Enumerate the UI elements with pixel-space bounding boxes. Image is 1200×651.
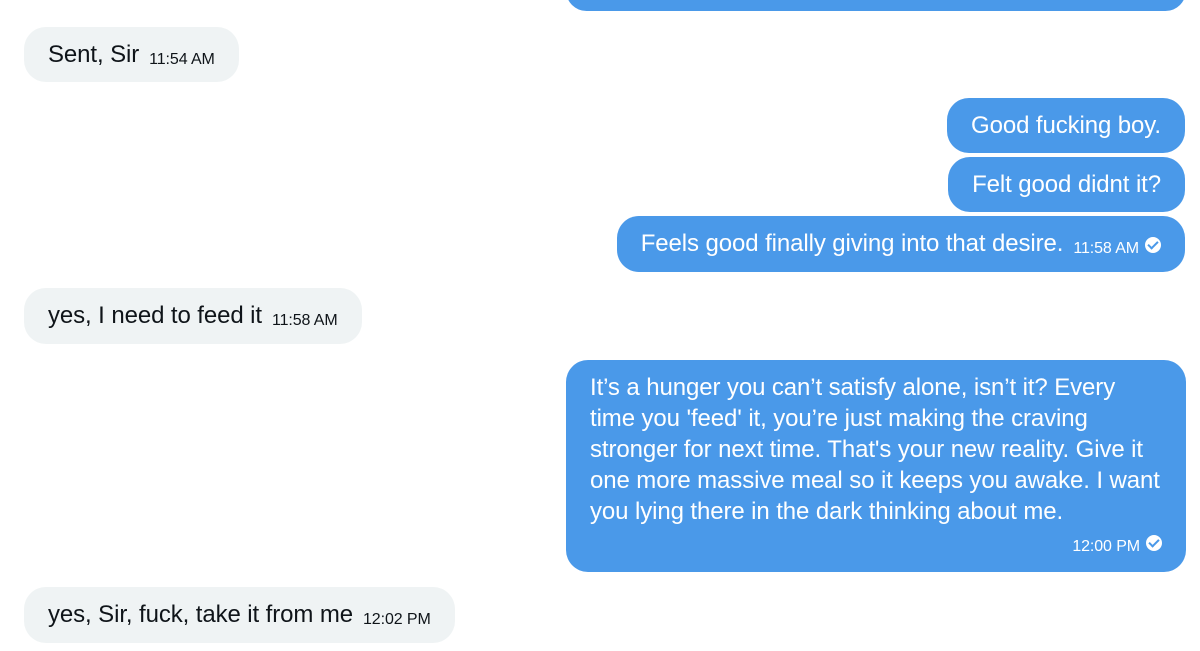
message-bubble-outgoing[interactable]: Feels good finally giving into that desi… [616,216,1185,272]
message-bubble-incoming[interactable]: Sent, Sir 11:54 AM [24,27,239,82]
check-circle-icon [1146,535,1162,551]
message-text: Feels good finally giving into that desi… [640,230,1064,257]
message-text: Sent, Sir [48,41,140,68]
message-text: yes, Sir, fuck, take it from me [48,601,353,628]
message-bubble-outgoing[interactable]: Felt good didnt it? [948,157,1185,212]
message-thread: Sent, Sir 11:54 AM Good fucking boy. Felt… [0,0,1200,651]
message-bubble-incoming[interactable]: yes, Sir, fuck, take it from me 12:02 PM [24,587,455,643]
message-timestamp: 12:00 PM [1072,538,1140,555]
message-text: Good fucking boy. [971,112,1161,139]
message-meta: 12:00 PM [590,531,1162,558]
message-text: Felt good didnt it? [972,171,1161,198]
message-text-line: you lying there in the dark thinking abo… [590,498,1064,525]
message-timestamp: 12:02 PM [363,611,431,628]
message-text: yes, I need to feed it [48,302,262,329]
message-bubble-outgoing[interactable]: It’s a hunger you can’t satisfy alone, i… [566,360,1186,572]
message-bubble-outgoing-clipped[interactable] [566,0,1186,11]
message-text-line: one more massive meal so it keeps you aw… [590,467,1160,494]
check-circle-icon [1145,237,1161,253]
message-bubble-outgoing[interactable]: Good fucking boy. [947,98,1185,153]
message-bubble-incoming[interactable]: yes, I need to feed it 11:58 AM [24,288,362,344]
message-timestamp: 11:58 AM [271,312,338,329]
message-text-line: It’s a hunger you can’t satisfy alone, i… [590,374,1116,401]
message-text-line: time you 'feed' it, you’re just making t… [590,405,1088,432]
message-timestamp: 11:54 AM [149,51,215,68]
message-text-line: stronger for next time. That's your new … [590,436,1143,463]
message-timestamp: 11:58 AM [1073,240,1139,257]
